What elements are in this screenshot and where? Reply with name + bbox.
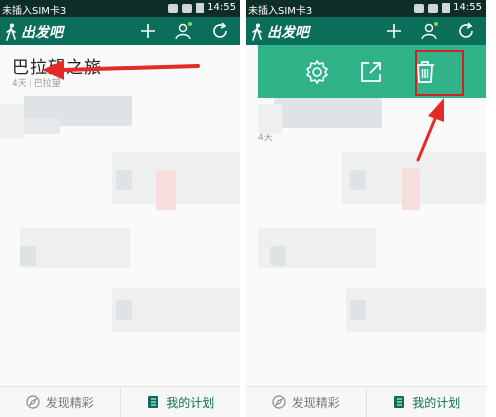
add-button[interactable] xyxy=(384,21,404,41)
share-button[interactable] xyxy=(344,45,398,98)
notebook-icon xyxy=(394,396,405,408)
tab-discover-label: 发现精彩 xyxy=(45,395,94,410)
profile-button[interactable] xyxy=(420,21,440,41)
status-time: 14:55 xyxy=(207,2,236,13)
carrier-text: 未插入SIM卡3 xyxy=(2,6,67,17)
app-logo-text: 出发吧 xyxy=(267,25,309,41)
blurred-card xyxy=(20,246,36,266)
sync-icon xyxy=(213,22,227,38)
headset-icon xyxy=(168,4,178,13)
signal-icon xyxy=(182,4,192,13)
screen-left: 未插入SIM卡3 14:55 出发吧 4天 | 巴拉望 发现精彩 我的计划 xyxy=(0,0,240,417)
app-header: 出发吧 xyxy=(246,17,486,45)
delete-highlight-box xyxy=(415,50,464,96)
blurred-card xyxy=(270,246,286,266)
bottom-tab-bar: 发现精彩 我的计划 xyxy=(0,386,240,417)
headset-icon xyxy=(414,4,424,13)
tab-discover[interactable]: 发现精彩 xyxy=(0,387,120,417)
app-logo: 出发吧 xyxy=(6,22,63,42)
sync-icon xyxy=(459,22,473,38)
status-icons xyxy=(414,3,450,14)
settings-button[interactable] xyxy=(290,45,344,98)
status-bar: 未插入SIM卡3 14:55 xyxy=(0,0,240,17)
app-logo: 出发吧 xyxy=(252,22,309,42)
profile-icon xyxy=(175,22,192,40)
tab-my-plan-label: 我的计划 xyxy=(166,395,215,410)
carrier-text: 未插入SIM卡3 xyxy=(248,6,313,17)
blurred-card xyxy=(346,288,486,332)
blurred-card xyxy=(274,98,382,128)
tab-discover-label: 发现精彩 xyxy=(291,395,340,410)
status-icons xyxy=(168,3,204,14)
compass-icon xyxy=(26,395,40,409)
app-logo-text: 出发吧 xyxy=(21,25,63,41)
blurred-card xyxy=(20,228,130,268)
swipe-left-arrow-icon xyxy=(42,60,200,80)
blurred-card xyxy=(116,170,132,190)
blurred-card xyxy=(156,170,176,210)
pointer-arrow-icon xyxy=(416,98,444,162)
add-button[interactable] xyxy=(138,21,158,41)
app-header: 出发吧 xyxy=(0,17,240,45)
blurred-card xyxy=(402,168,420,210)
status-bar: 未插入SIM卡3 14:55 xyxy=(246,0,486,17)
status-time: 14:55 xyxy=(453,2,482,13)
blurred-card xyxy=(350,300,366,320)
compass-icon xyxy=(272,395,286,409)
battery-icon xyxy=(196,3,204,13)
trip-days: 4天 xyxy=(12,79,27,89)
battery-icon xyxy=(442,3,450,13)
sync-button[interactable] xyxy=(210,21,230,41)
settings-icon xyxy=(306,59,328,84)
blurred-card xyxy=(24,118,60,134)
walker-logo-icon xyxy=(6,23,16,41)
tab-my-plan-label: 我的计划 xyxy=(412,395,461,410)
sync-button[interactable] xyxy=(456,21,476,41)
add-icon xyxy=(387,24,401,38)
add-icon xyxy=(141,24,155,38)
blurred-card xyxy=(0,104,24,138)
blurred-card xyxy=(350,170,366,190)
profile-icon xyxy=(421,22,438,40)
profile-button[interactable] xyxy=(174,21,194,41)
blurred-card xyxy=(116,300,132,320)
trip-place: 巴拉望 xyxy=(33,79,61,89)
share-icon xyxy=(361,61,381,82)
tab-my-plan[interactable]: 我的计划 xyxy=(119,387,241,417)
blurred-card xyxy=(258,104,282,134)
notebook-icon xyxy=(148,396,159,408)
walker-logo-icon xyxy=(252,23,262,41)
signal-icon xyxy=(428,4,438,13)
bottom-tab-bar: 发现精彩 我的计划 xyxy=(246,386,486,417)
tab-discover[interactable]: 发现精彩 xyxy=(246,387,366,417)
tab-my-plan[interactable]: 我的计划 xyxy=(365,387,487,417)
